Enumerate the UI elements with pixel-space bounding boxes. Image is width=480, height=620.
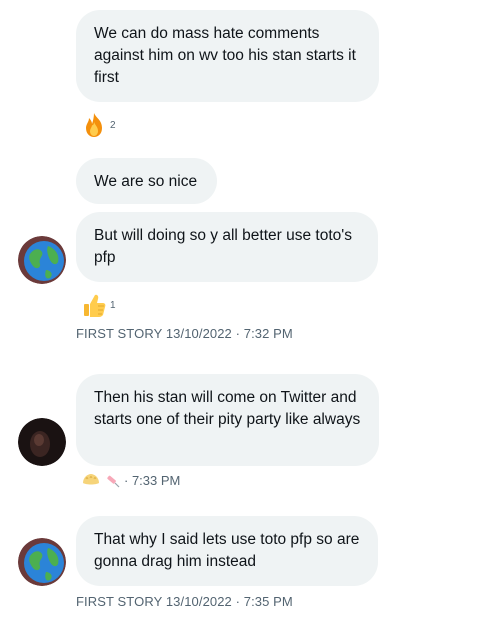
reaction-dumpling-syringe[interactable]: · 7:33 PM <box>82 472 180 488</box>
message-text: But will doing so y all better use toto'… <box>94 227 352 266</box>
reaction-count: 2 <box>110 119 116 131</box>
message-text: That why I said lets use toto pfp so are… <box>94 531 360 570</box>
message-text: Then his stan will come on Twitter and s… <box>94 389 361 428</box>
message-text: We can do mass hate comments against him… <box>94 25 356 86</box>
message-meta: FIRST STORY 13/10/2022 · 7:35 PM <box>76 594 293 609</box>
dumpling-icon <box>82 473 100 487</box>
message-bubble[interactable]: But will doing so y all better use toto'… <box>76 212 378 282</box>
message-bubble[interactable]: That why I said lets use toto pfp so are… <box>76 516 378 586</box>
message-bubble[interactable]: Then his stan will come on Twitter and s… <box>76 374 379 466</box>
thumbs-up-icon <box>82 292 106 318</box>
globe-avatar[interactable] <box>18 538 66 586</box>
fire-icon <box>82 112 106 138</box>
reaction-fire[interactable]: 2 <box>82 112 116 138</box>
syringe-icon <box>104 472 120 488</box>
message-time: · 7:33 PM <box>124 472 181 488</box>
reaction-count: 1 <box>110 299 116 311</box>
globe-avatar[interactable] <box>18 236 66 284</box>
message-meta: FIRST STORY 13/10/2022 · 7:32 PM <box>76 326 293 341</box>
reaction-thumbs-up[interactable]: 1 <box>82 292 116 318</box>
message-text: We are so nice <box>94 173 198 190</box>
message-bubble[interactable]: We are so nice <box>76 158 217 204</box>
message-bubble[interactable]: We can do mass hate comments against him… <box>76 10 379 102</box>
dark-avatar[interactable] <box>18 418 66 466</box>
